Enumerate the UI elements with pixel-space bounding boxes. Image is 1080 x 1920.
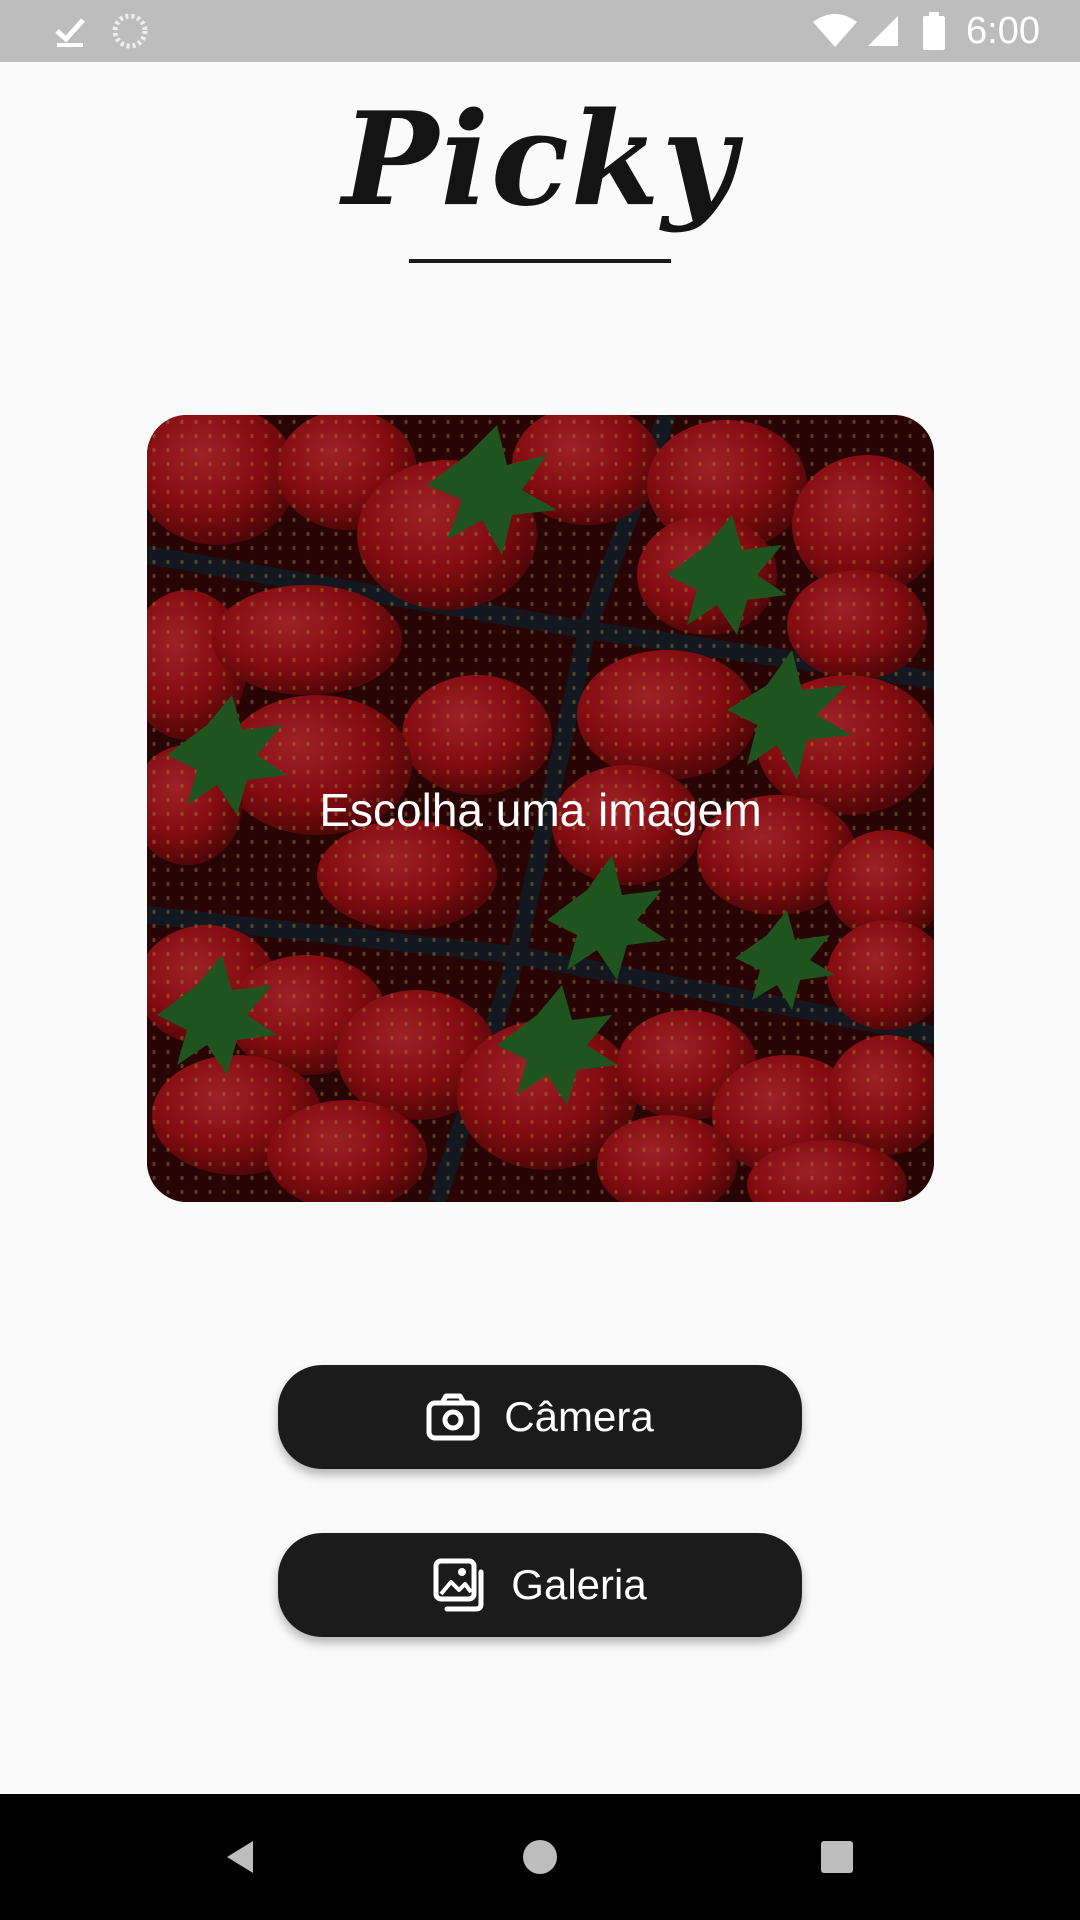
recents-icon[interactable] <box>802 1822 872 1892</box>
status-bar: 6:00 <box>0 0 1080 62</box>
status-time: 6:00 <box>966 10 1040 52</box>
cell-signal-icon <box>864 0 902 62</box>
navigation-bar <box>0 1794 1080 1920</box>
gallery-button[interactable]: Galeria <box>278 1533 802 1637</box>
camera-icon <box>426 1390 480 1444</box>
gallery-button-label: Galeria <box>511 1561 647 1608</box>
back-icon[interactable] <box>206 1822 276 1892</box>
gallery-icon <box>433 1558 487 1612</box>
camera-button-label: Câmera <box>504 1393 654 1440</box>
home-icon[interactable] <box>505 1822 575 1892</box>
app-logo: Picky <box>342 85 738 235</box>
sync-icon <box>110 0 150 62</box>
battery-icon <box>920 0 948 62</box>
wifi-icon <box>812 0 858 62</box>
image-picker-card[interactable]: Escolha uma imagem <box>147 415 934 1202</box>
image-caption: Escolha uma imagem <box>319 784 762 836</box>
camera-button[interactable]: Câmera <box>278 1365 802 1469</box>
download-done-icon <box>50 0 90 62</box>
logo-underline <box>409 259 671 263</box>
